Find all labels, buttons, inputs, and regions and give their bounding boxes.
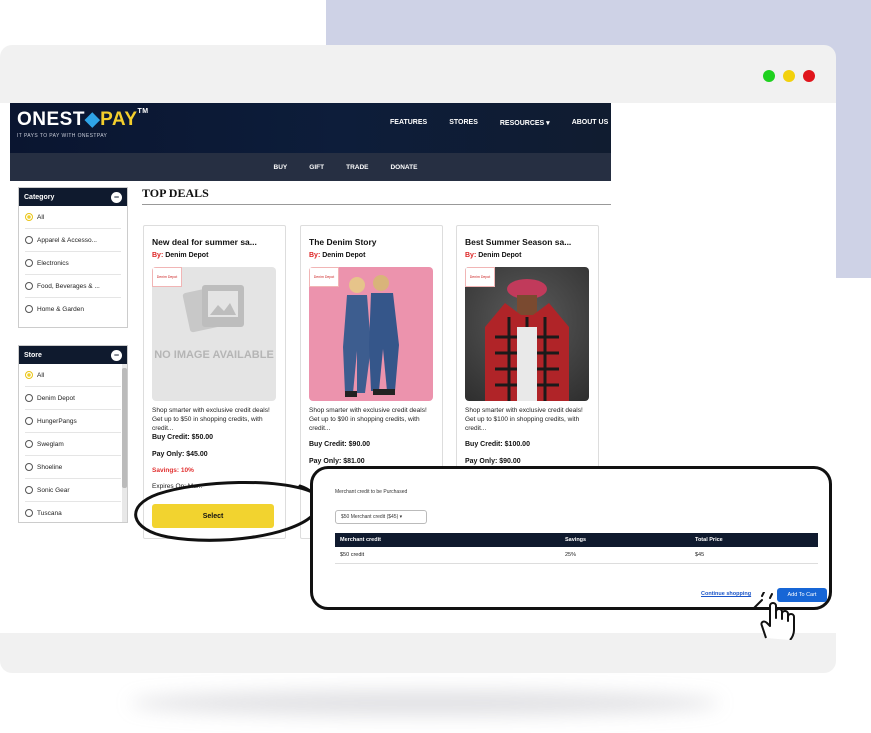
radio-icon[interactable] — [25, 371, 33, 379]
popup-title: Merchant credit to be Purchased — [335, 489, 408, 495]
deal-name[interactable]: The Denim Story — [309, 237, 436, 247]
store-filter: Store − All Denim Depot HungerPangs Sweg… — [18, 345, 128, 523]
logo-tagline: IT PAYS TO PAY WITH ONESTPAY — [17, 133, 108, 139]
subnav-donate[interactable]: DONATE — [390, 164, 417, 171]
deal-description: Shop smarter with exclusive credit deals… — [152, 407, 270, 432]
store-badge: Denim Depot — [152, 267, 182, 287]
add-to-cart-popup: Merchant credit to be Purchased $50 Merc… — [310, 466, 832, 610]
savings: Savings: 10% — [152, 467, 194, 474]
image-placeholder-icon — [182, 285, 244, 333]
logo[interactable]: ONEST◆PAYTM — [17, 108, 149, 131]
category-option-apparel[interactable]: Apparel & Accesso... — [25, 229, 121, 252]
pay-only: Pay Only: $81.00 — [309, 458, 365, 465]
col-total-price: Total Price — [690, 533, 818, 547]
store-option-shoeline[interactable]: Shoeline — [25, 456, 121, 479]
radio-icon[interactable] — [25, 463, 33, 471]
category-option-electronics[interactable]: Electronics — [25, 252, 121, 275]
category-header[interactable]: Category − — [19, 188, 127, 206]
page-title: TOP DEALS — [142, 186, 209, 200]
logo-card-icon: ◆ — [84, 109, 101, 130]
nav-resources[interactable]: RESOURCES ▾ — [500, 119, 550, 127]
store-badge: Denim Depot — [465, 267, 495, 287]
deal-image[interactable]: Denim Depot — [309, 267, 433, 401]
buy-credit: Buy Credit: $100.00 — [465, 441, 530, 448]
top-navbar: ONEST◆PAYTM IT PAYS TO PAY WITH ONESTPAY… — [10, 103, 611, 153]
table-row: $50 credit 25% $45 — [335, 547, 818, 564]
expires: Expires On: Ma... — [152, 483, 203, 490]
nav-stores[interactable]: STORES — [449, 119, 478, 127]
credit-table: Merchant credit Savings Total Price $50 … — [335, 533, 818, 564]
buy-credit: Buy Credit: $50.00 — [152, 434, 214, 441]
category-option-home[interactable]: Home & Garden — [25, 298, 121, 320]
window-shadow — [130, 690, 720, 716]
store-title: Store — [24, 351, 42, 359]
pointer-hand-icon — [753, 592, 795, 640]
top-nav-links: FEATURES STORES RESOURCES ▾ ABOUT US — [390, 119, 608, 127]
deal-description: Shop smarter with exclusive credit deals… — [309, 407, 427, 432]
no-image-text: NO IMAGE AVAILABLE — [154, 349, 274, 361]
radio-icon[interactable] — [25, 259, 33, 267]
store-badge: Denim Depot — [309, 267, 339, 287]
deal-name[interactable]: New deal for summer sa... — [152, 237, 279, 247]
category-filter: Category − All Apparel & Accesso... Elec… — [18, 187, 128, 328]
collapse-icon[interactable]: − — [111, 349, 122, 361]
minimize-dot-icon[interactable] — [783, 70, 795, 82]
store-option-sonic-gear[interactable]: Sonic Gear — [25, 479, 121, 502]
deal-card[interactable]: New deal for summer sa... By: Denim Depo… — [143, 225, 286, 539]
sub-navbar: BUY GIFT TRADE DONATE — [10, 153, 611, 181]
store-option-denim-depot[interactable]: Denim Depot — [25, 387, 121, 410]
select-button[interactable]: Select — [152, 504, 274, 528]
collapse-icon[interactable]: − — [111, 191, 122, 203]
maximize-dot-icon[interactable] — [763, 70, 775, 82]
subnav-gift[interactable]: GIFT — [309, 164, 324, 171]
deal-store: By: Denim Depot — [152, 252, 209, 259]
store-header[interactable]: Store − — [19, 346, 127, 364]
pay-only: Pay Only: $45.00 — [152, 451, 208, 458]
deal-store: By: Denim Depot — [309, 252, 366, 259]
radio-icon[interactable] — [25, 282, 33, 290]
store-scrollbar-thumb[interactable] — [122, 368, 127, 488]
continue-shopping-link[interactable]: Continue shopping — [701, 591, 751, 597]
plaid-shirt-model-photo — [485, 279, 569, 401]
col-merchant-credit: Merchant credit — [335, 533, 560, 547]
category-option-all[interactable]: All — [25, 206, 121, 229]
radio-icon[interactable] — [25, 440, 33, 448]
buy-credit: Buy Credit: $90.00 — [309, 441, 371, 448]
denim-models-photo — [343, 275, 399, 397]
radio-icon[interactable] — [25, 417, 33, 425]
radio-icon[interactable] — [25, 213, 33, 221]
deal-image[interactable]: Denim Depot — [465, 267, 589, 401]
nav-about[interactable]: ABOUT US — [572, 119, 609, 127]
category-title: Category — [24, 193, 55, 201]
radio-icon[interactable] — [25, 236, 33, 244]
subnav-trade[interactable]: TRADE — [346, 164, 368, 171]
merchant-credit-select[interactable]: $50 Merchant credit ($45) ▾ — [335, 510, 427, 524]
deal-image[interactable]: Denim Depot NO IMAGE AVAILABLE — [152, 267, 276, 401]
store-option-tuscana[interactable]: Tuscana — [25, 502, 121, 522]
radio-icon[interactable] — [25, 486, 33, 494]
store-option-all[interactable]: All — [25, 364, 121, 387]
pay-only: Pay Only: $90.00 — [465, 458, 521, 465]
radio-icon[interactable] — [25, 305, 33, 313]
deal-store: By: Denim Depot — [465, 252, 522, 259]
radio-icon[interactable] — [25, 509, 33, 517]
close-dot-icon[interactable] — [803, 70, 815, 82]
deal-name[interactable]: Best Summer Season sa... — [465, 237, 592, 247]
title-divider — [142, 204, 611, 205]
radio-icon[interactable] — [25, 394, 33, 402]
window-titlebar — [0, 45, 836, 103]
store-option-sweglam[interactable]: Sweglam — [25, 433, 121, 456]
col-savings: Savings — [560, 533, 690, 547]
category-option-food[interactable]: Food, Beverages & ... — [25, 275, 121, 298]
subnav-buy[interactable]: BUY — [274, 164, 288, 171]
deal-description: Shop smarter with exclusive credit deals… — [465, 407, 583, 432]
store-option-hungerpangs[interactable]: HungerPangs — [25, 410, 121, 433]
nav-features[interactable]: FEATURES — [390, 119, 427, 127]
